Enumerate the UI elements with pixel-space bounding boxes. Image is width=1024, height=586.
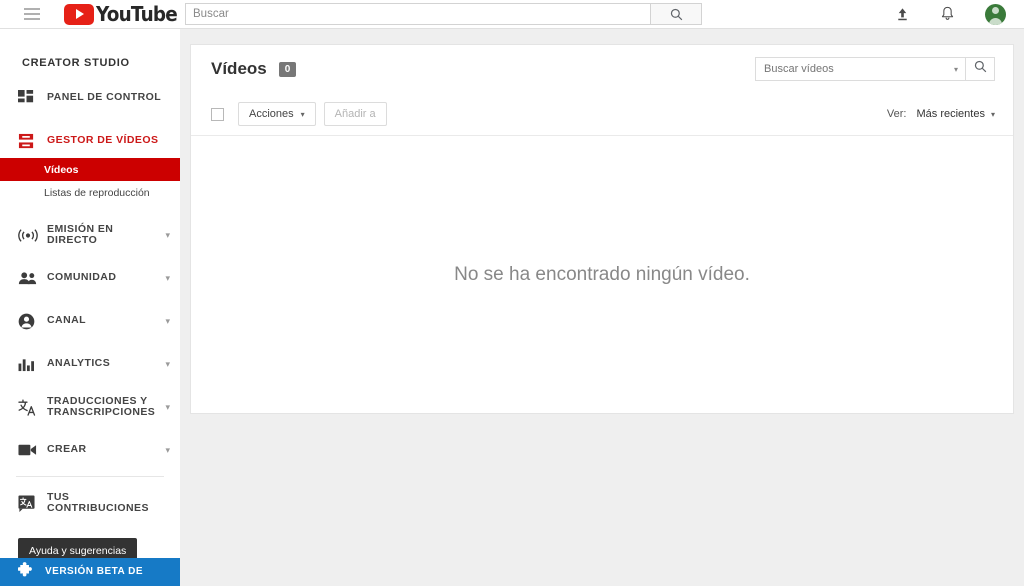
people-icon	[18, 271, 40, 286]
search-input[interactable]	[185, 3, 650, 25]
sidebar: CREATOR STUDIO PANEL DE CONTROL GESTOR D…	[0, 29, 180, 586]
sidebar-subitem-label: Listas de reproducción	[44, 187, 150, 199]
empty-state: No se ha encontrado ningún vídeo.	[191, 135, 1013, 414]
chevron-down-icon[interactable]: ▾	[165, 274, 170, 283]
main-header: Vídeos 0 ▾	[191, 45, 1013, 93]
chevron-down-icon[interactable]: ▾	[165, 403, 170, 412]
header-actions	[895, 0, 1006, 28]
actions-button-label: Acciones	[249, 108, 294, 120]
video-count-badge: 0	[279, 62, 297, 77]
bell-icon[interactable]	[940, 6, 955, 22]
view-label: Ver:	[887, 108, 907, 120]
chevron-down-icon: ▾	[301, 110, 305, 119]
sidebar-item-label: ANALYTICS	[47, 358, 165, 370]
sidebar-item-tus-contribuciones[interactable]: TUS CONTRIBUCIONES	[0, 486, 180, 520]
youtube-play-icon	[64, 4, 94, 25]
puzzle-icon	[18, 561, 35, 583]
empty-state-message: No se ha encontrado ningún vídeo.	[454, 264, 750, 286]
person-circle-icon	[18, 313, 40, 330]
add-to-button[interactable]: Añadir a	[324, 102, 387, 126]
video-search: ▾	[755, 57, 995, 81]
sidebar-item-label: PANEL DE CONTROL	[47, 92, 170, 104]
translate-icon	[18, 399, 40, 416]
broadcast-icon	[18, 228, 40, 243]
view-value-dropdown[interactable]: Más recientes ▾	[917, 108, 996, 120]
top-header: YouTube ES	[0, 0, 1024, 29]
search-button[interactable]	[650, 3, 702, 25]
chevron-down-icon[interactable]: ▾	[165, 360, 170, 369]
dashboard-icon	[18, 90, 40, 107]
chevron-down-icon[interactable]: ▾	[165, 446, 170, 455]
sidebar-item-label: CREAR	[47, 444, 165, 456]
sidebar-item-label: GESTOR DE VÍDEOS	[47, 135, 170, 147]
sidebar-item-panel-de-control[interactable]: PANEL DE CONTROL	[0, 81, 180, 115]
translate-box-icon	[18, 495, 40, 512]
search-icon	[974, 60, 987, 78]
sidebar-item-label: COMUNIDAD	[47, 272, 165, 284]
sidebar-item-canal[interactable]: CANAL ▾	[0, 304, 180, 338]
page-title: Vídeos	[211, 59, 267, 79]
sidebar-item-emision-en-directo[interactable]: EMISIÓN EN DIRECTO ▾	[0, 218, 180, 252]
search-icon	[670, 8, 683, 21]
video-search-button[interactable]	[965, 57, 995, 81]
bar-chart-icon	[18, 357, 40, 372]
sidebar-subitem-videos[interactable]: Vídeos	[0, 158, 180, 181]
upload-icon[interactable]	[895, 7, 910, 22]
add-to-button-label: Añadir a	[335, 108, 376, 120]
actions-button[interactable]: Acciones ▾	[238, 102, 316, 126]
sidebar-item-comunidad[interactable]: COMUNIDAD ▾	[0, 261, 180, 295]
global-search	[185, 3, 702, 25]
sidebar-item-traducciones-y-transcripciones[interactable]: TRADUCCIONES Y TRANSCRIPCIONES ▾	[0, 390, 180, 424]
youtube-logo[interactable]: YouTube ES	[64, 4, 196, 25]
select-all-checkbox[interactable]	[211, 108, 224, 121]
youtube-wordmark: YouTube	[96, 4, 177, 24]
hamburger-icon[interactable]	[24, 8, 40, 20]
beta-banner-label: VERSIÓN BETA DE	[45, 566, 143, 578]
video-search-input[interactable]	[755, 57, 947, 81]
view-selector: Ver: Más recientes ▾	[887, 108, 995, 120]
video-manager-icon	[18, 133, 40, 150]
sidebar-item-label: TRADUCCIONES Y TRANSCRIPCIONES	[47, 396, 165, 419]
video-camera-icon	[18, 443, 40, 457]
sidebar-subitem-listas-de-reproduccion[interactable]: Listas de reproducción	[0, 181, 180, 204]
avatar[interactable]	[985, 4, 1006, 25]
chevron-down-icon[interactable]: ▾	[947, 57, 965, 81]
chevron-down-icon[interactable]: ▾	[165, 317, 170, 326]
sidebar-item-analytics[interactable]: ANALYTICS ▾	[0, 347, 180, 381]
chevron-down-icon: ▾	[991, 110, 995, 119]
beta-version-banner[interactable]: VERSIÓN BETA DE	[0, 558, 180, 586]
view-value-label: Más recientes	[917, 108, 985, 120]
sidebar-subitem-label: Vídeos	[44, 164, 78, 176]
sidebar-item-crear[interactable]: CREAR ▾	[0, 433, 180, 467]
sidebar-divider	[16, 476, 164, 477]
chevron-down-icon[interactable]: ▾	[165, 231, 170, 240]
main-content-panel: Vídeos 0 ▾ Acciones ▾ Añadir a	[190, 44, 1014, 414]
sidebar-item-gestor-de-videos[interactable]: GESTOR DE VÍDEOS	[0, 124, 180, 158]
toolbar: Acciones ▾ Añadir a Ver: Más recientes ▾	[191, 93, 1013, 135]
sidebar-item-label: CANAL	[47, 315, 165, 327]
sidebar-item-label: EMISIÓN EN DIRECTO	[47, 224, 165, 247]
creator-studio-title: CREATOR STUDIO	[0, 29, 180, 69]
sidebar-item-label: TUS CONTRIBUCIONES	[47, 492, 170, 515]
